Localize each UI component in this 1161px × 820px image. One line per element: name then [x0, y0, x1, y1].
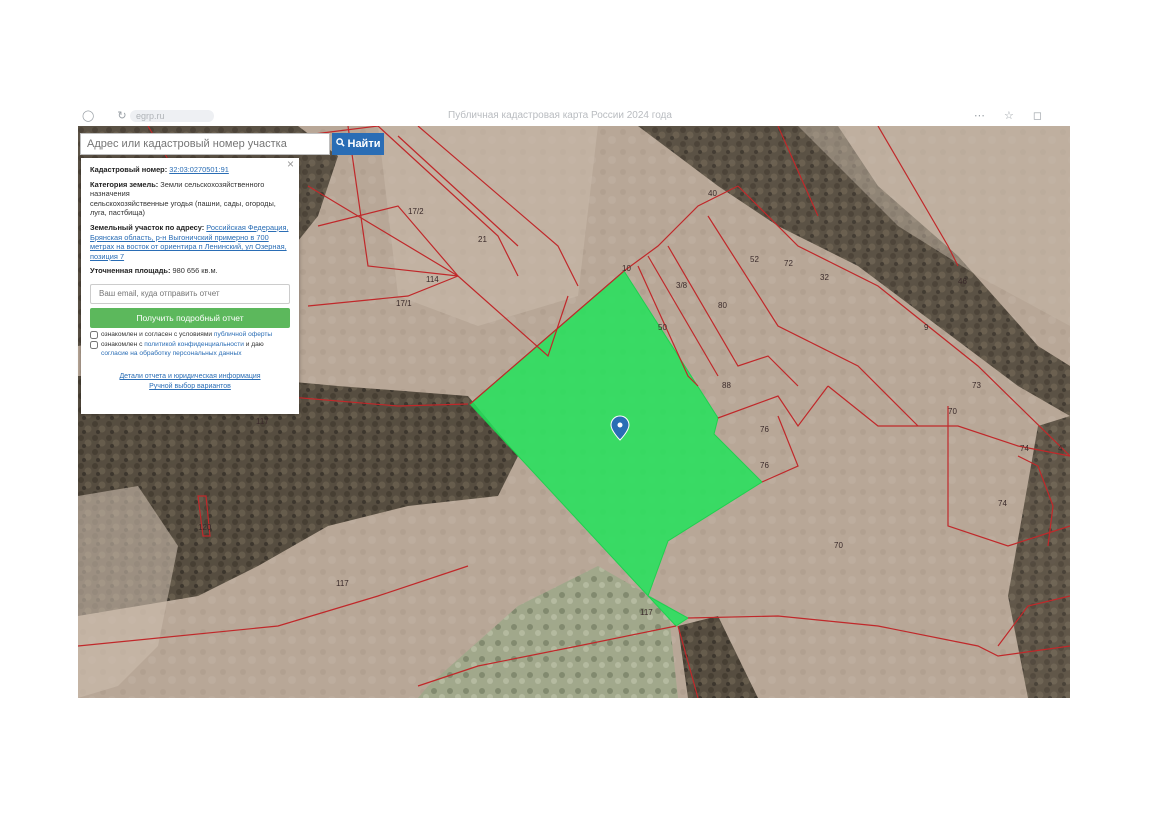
get-report-button[interactable]: Получить подробный отчет	[90, 307, 290, 328]
search-button-label: Найти	[347, 138, 381, 150]
offer-consent-checkbox[interactable]	[90, 330, 98, 339]
privacy-consent-checkbox[interactable]	[90, 341, 98, 350]
category-label: Категория земель:	[90, 179, 159, 189]
parcel-label: 70	[948, 407, 957, 416]
browser-action-icons[interactable]: ⋯ ☆ ◻	[974, 109, 1050, 122]
cadastral-number-link[interactable]: 32:03:0270501:91	[169, 165, 229, 174]
address-bar[interactable]: egrp.ru	[130, 110, 214, 122]
parcel-label: 120	[198, 523, 212, 532]
address-row: Земельный участок по адресу: Российская …	[90, 223, 290, 261]
close-icon[interactable]: ×	[287, 158, 294, 170]
search-icon	[335, 138, 345, 150]
parcel-label: 3/8	[676, 281, 688, 290]
parcel-label: 52	[750, 255, 759, 264]
category-detail: сельскохозяйственные угодья (пашни, сады…	[90, 198, 276, 218]
browser-toolbar: ◯ ↻ egrp.ru Публичная кадастровая карта …	[78, 108, 1070, 126]
parcel-label: 76	[760, 425, 769, 434]
parcel-label: 40	[708, 189, 717, 198]
privacy-consent-and: и даю	[245, 341, 264, 349]
public-offer-link[interactable]: публичной оферты	[214, 331, 272, 338]
parcel-label: 17/2	[408, 207, 424, 216]
parcel-label: 80	[718, 301, 727, 310]
area-row: Уточненная площадь: 980 656 кв.м.	[90, 266, 290, 276]
report-details-link[interactable]: Детали отчета и юридическая информация	[90, 372, 290, 382]
cadastral-label: Кадастровый номер:	[90, 165, 168, 174]
parcel-label: 4	[1058, 444, 1063, 453]
category-row: Категория земель: Земли сельскохозяйстве…	[90, 180, 290, 218]
privacy-consent-text: ознакомлен с политикой конфиденциальност…	[101, 341, 290, 358]
parcel-label: 73	[972, 381, 981, 390]
page-title: Публичная кадастровая карта России 2024 …	[448, 110, 672, 121]
parcel-label: 74	[1020, 444, 1029, 453]
search-button[interactable]: Найти	[332, 133, 384, 155]
parcel-label: 70	[834, 541, 843, 550]
manual-selection-link[interactable]: Ручной выбор вариантов	[90, 382, 290, 392]
offer-consent-label: ознакомлен и согласен с условиями	[101, 330, 213, 338]
area-label: Уточненная площадь:	[90, 266, 171, 276]
parcel-label: 9	[924, 323, 929, 332]
search-input[interactable]	[80, 133, 330, 155]
email-field[interactable]	[90, 283, 290, 304]
parcel-label: 117	[336, 579, 349, 588]
address-label: Земельный участок по адресу:	[90, 222, 205, 232]
parcel-label: 117	[256, 417, 269, 426]
parcel-label: 88	[722, 381, 731, 390]
privacy-consent-row: ознакомлен с политикой конфиденциальност…	[90, 341, 290, 358]
parcel-label: 72	[784, 259, 793, 268]
offer-consent-text: ознакомлен и согласен с условиями публич…	[101, 331, 272, 339]
area-value: 980 656 кв.м.	[172, 266, 218, 276]
parcel-info-panel: × Кадастровый номер: 32:03:0270501:91 Ка…	[81, 158, 299, 414]
parcel-label: 21	[478, 235, 487, 244]
parcel-label: 74	[998, 499, 1007, 508]
personal-data-link[interactable]: согласие на обработку персональных данны…	[101, 350, 242, 357]
browser-nav-icons[interactable]: ◯ ↻	[82, 109, 137, 122]
parcel-label: 76	[760, 461, 769, 470]
parcel-label: 10	[622, 264, 631, 273]
privacy-consent-label: ознакомлен с	[101, 341, 143, 349]
offer-consent-row: ознакомлен и согласен с условиями публич…	[90, 330, 290, 339]
parcel-label: 32	[820, 273, 829, 282]
privacy-policy-link[interactable]: политикой конфиденциальности	[144, 341, 244, 348]
parcel-label: 17/1	[396, 299, 412, 308]
cadastral-number-row: Кадастровый номер: 32:03:0270501:91	[90, 165, 290, 175]
parcel-label: 50	[658, 323, 667, 332]
parcel-label: 117	[640, 608, 653, 617]
parcel-label: 46	[958, 277, 967, 286]
panel-links: Детали отчета и юридическая информация Р…	[90, 372, 290, 392]
parcel-label: 114	[426, 275, 439, 284]
